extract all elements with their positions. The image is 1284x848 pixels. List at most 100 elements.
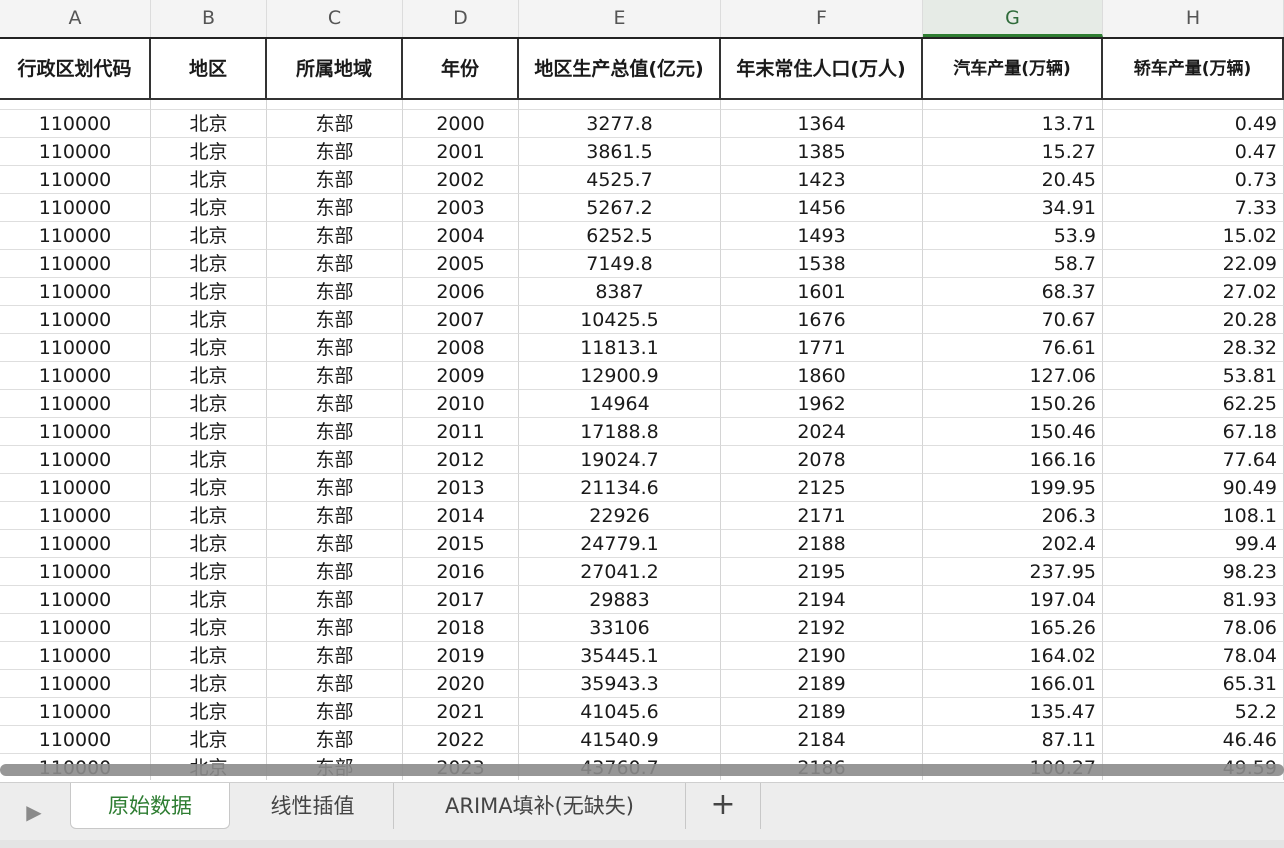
cell-code[interactable]: 110000 xyxy=(0,502,151,530)
cell-year[interactable]: 2017 xyxy=(403,586,519,614)
cell-code[interactable]: 110000 xyxy=(0,418,151,446)
cell-year[interactable]: 2012 xyxy=(403,446,519,474)
cell-sedan-output[interactable]: 28.32 xyxy=(1103,334,1284,362)
cell-area[interactable]: 东部 xyxy=(267,698,403,726)
cell-partial[interactable] xyxy=(267,100,403,110)
cell-car-output[interactable]: 150.26 xyxy=(923,390,1103,418)
cell-area[interactable]: 东部 xyxy=(267,222,403,250)
cell-gdp[interactable]: 5267.2 xyxy=(519,194,721,222)
cell-partial[interactable] xyxy=(0,100,151,110)
column-letter-d[interactable]: D xyxy=(403,0,519,37)
cell-region[interactable]: 北京 xyxy=(151,138,267,166)
cell-year[interactable]: 2014 xyxy=(403,502,519,530)
cell-population[interactable]: 1962 xyxy=(721,390,923,418)
cell-gdp[interactable]: 27041.2 xyxy=(519,558,721,586)
cell-region[interactable]: 北京 xyxy=(151,474,267,502)
cell-area[interactable]: 东部 xyxy=(267,194,403,222)
cell-year[interactable]: 2008 xyxy=(403,334,519,362)
cell-sedan-output[interactable]: 81.93 xyxy=(1103,586,1284,614)
cell-car-output[interactable]: 76.61 xyxy=(923,334,1103,362)
cell-car-output[interactable]: 150.46 xyxy=(923,418,1103,446)
cell-sedan-output[interactable]: 67.18 xyxy=(1103,418,1284,446)
cell-year[interactable]: 2001 xyxy=(403,138,519,166)
cell-year[interactable]: 2016 xyxy=(403,558,519,586)
cell-code[interactable]: 110000 xyxy=(0,474,151,502)
cell-gdp[interactable]: 33106 xyxy=(519,614,721,642)
cell-gdp[interactable]: 21134.6 xyxy=(519,474,721,502)
cell-area[interactable]: 东部 xyxy=(267,502,403,530)
cell-car-output[interactable]: 165.26 xyxy=(923,614,1103,642)
column-letter-b[interactable]: B xyxy=(151,0,267,37)
cell-area[interactable]: 东部 xyxy=(267,558,403,586)
cell-gdp[interactable]: 35943.3 xyxy=(519,670,721,698)
cell-region[interactable]: 北京 xyxy=(151,614,267,642)
cell-region[interactable]: 北京 xyxy=(151,390,267,418)
cell-year[interactable]: 2007 xyxy=(403,306,519,334)
cell-gdp[interactable]: 10425.5 xyxy=(519,306,721,334)
cell-gdp[interactable]: 6252.5 xyxy=(519,222,721,250)
cell-sedan-output[interactable]: 77.64 xyxy=(1103,446,1284,474)
cell-population[interactable]: 1771 xyxy=(721,334,923,362)
cell-year[interactable]: 2013 xyxy=(403,474,519,502)
column-letter-a[interactable]: A xyxy=(0,0,151,37)
cell-region[interactable]: 北京 xyxy=(151,558,267,586)
cell-sedan-output[interactable]: 27.02 xyxy=(1103,278,1284,306)
header-car-output[interactable]: 汽车产量(万辆) xyxy=(923,39,1103,100)
cell-year[interactable]: 2018 xyxy=(403,614,519,642)
cell-year[interactable]: 2006 xyxy=(403,278,519,306)
cell-code[interactable]: 110000 xyxy=(0,166,151,194)
cell-area[interactable]: 东部 xyxy=(267,390,403,418)
cell-area[interactable]: 东部 xyxy=(267,278,403,306)
cell-region[interactable]: 北京 xyxy=(151,194,267,222)
cell-partial[interactable] xyxy=(519,100,721,110)
cell-code[interactable]: 110000 xyxy=(0,530,151,558)
cell-area[interactable]: 东部 xyxy=(267,474,403,502)
cell-year[interactable]: 2015 xyxy=(403,530,519,558)
cell-population[interactable]: 2192 xyxy=(721,614,923,642)
cell-code[interactable]: 110000 xyxy=(0,726,151,754)
cell-car-output[interactable]: 135.47 xyxy=(923,698,1103,726)
cell-region[interactable]: 北京 xyxy=(151,502,267,530)
cell-sedan-output[interactable]: 52.2 xyxy=(1103,698,1284,726)
cell-sedan-output[interactable]: 78.06 xyxy=(1103,614,1284,642)
cell-car-output[interactable]: 20.45 xyxy=(923,166,1103,194)
cell-year[interactable]: 2005 xyxy=(403,250,519,278)
cell-year[interactable]: 2010 xyxy=(403,390,519,418)
cell-year[interactable]: 2004 xyxy=(403,222,519,250)
cell-population[interactable]: 1538 xyxy=(721,250,923,278)
header-gdp[interactable]: 地区生产总值(亿元) xyxy=(519,39,721,100)
cell-gdp[interactable]: 7149.8 xyxy=(519,250,721,278)
cell-sedan-output[interactable]: 0.49 xyxy=(1103,110,1284,138)
cell-year[interactable]: 2011 xyxy=(403,418,519,446)
cell-population[interactable]: 2125 xyxy=(721,474,923,502)
header-region[interactable]: 地区 xyxy=(151,39,267,100)
cell-car-output[interactable]: 13.71 xyxy=(923,110,1103,138)
cell-population[interactable]: 1493 xyxy=(721,222,923,250)
cell-area[interactable]: 东部 xyxy=(267,642,403,670)
column-letter-f[interactable]: F xyxy=(721,0,923,37)
cell-year[interactable]: 2021 xyxy=(403,698,519,726)
cell-sedan-output[interactable]: 15.02 xyxy=(1103,222,1284,250)
cell-population[interactable]: 1676 xyxy=(721,306,923,334)
cell-code[interactable]: 110000 xyxy=(0,698,151,726)
cell-car-output[interactable]: 237.95 xyxy=(923,558,1103,586)
cell-area[interactable]: 东部 xyxy=(267,418,403,446)
column-letter-e[interactable]: E xyxy=(519,0,721,37)
cell-car-output[interactable]: 166.01 xyxy=(923,670,1103,698)
cell-partial[interactable] xyxy=(721,100,923,110)
cell-car-output[interactable]: 197.04 xyxy=(923,586,1103,614)
tab-arima[interactable]: ARIMA填补(无缺失) xyxy=(394,783,686,829)
cell-partial[interactable] xyxy=(1103,100,1284,110)
cell-region[interactable]: 北京 xyxy=(151,306,267,334)
cell-car-output[interactable]: 206.3 xyxy=(923,502,1103,530)
cell-population[interactable]: 2195 xyxy=(721,558,923,586)
cell-region[interactable]: 北京 xyxy=(151,334,267,362)
cell-population[interactable]: 1601 xyxy=(721,278,923,306)
column-letter-c[interactable]: C xyxy=(267,0,403,37)
cell-gdp[interactable]: 41540.9 xyxy=(519,726,721,754)
cell-sedan-output[interactable]: 7.33 xyxy=(1103,194,1284,222)
cell-sedan-output[interactable]: 20.28 xyxy=(1103,306,1284,334)
cell-partial[interactable] xyxy=(403,100,519,110)
cell-area[interactable]: 东部 xyxy=(267,166,403,194)
cell-area[interactable]: 东部 xyxy=(267,362,403,390)
